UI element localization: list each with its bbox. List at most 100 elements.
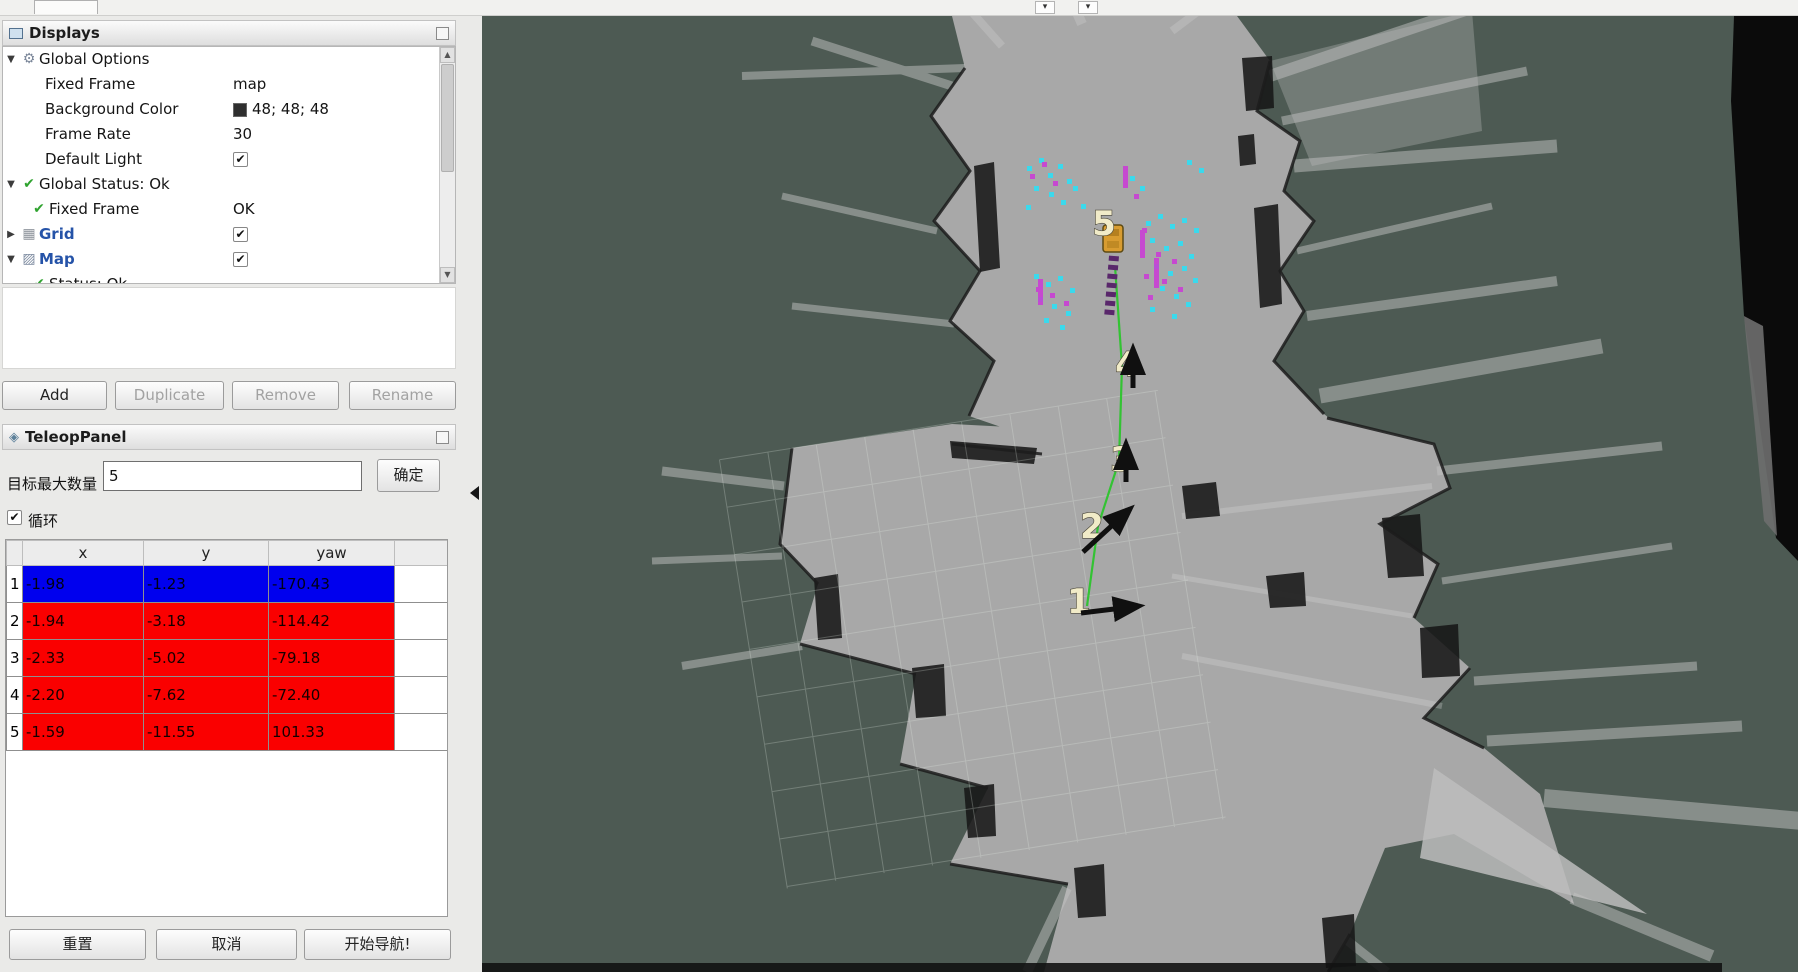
cell-yaw[interactable]: 101.33 <box>269 714 395 751</box>
displays-panel-titlebar[interactable]: Displays <box>2 20 456 46</box>
header-x[interactable]: x <box>23 541 144 566</box>
expander-icon[interactable]: ▼ <box>3 247 19 272</box>
goal-table: x y yaw 1 -1.98 -1.23 -170.43 2 -1.94 -3… <box>5 539 448 917</box>
status-ok-icon: ✔ <box>29 272 49 284</box>
waypoint-label-3: 3 <box>1110 440 1134 480</box>
goal-table-header: x y yaw <box>7 541 448 566</box>
tree-label: Global Options <box>39 50 150 68</box>
cell-y[interactable]: -5.02 <box>144 640 269 677</box>
cell-x[interactable]: -1.94 <box>23 603 144 640</box>
map-enabled-checkbox[interactable]: ✔ <box>233 252 248 267</box>
splitter-collapse-icon[interactable] <box>470 486 479 500</box>
cell-yaw[interactable]: -170.43 <box>269 566 395 603</box>
toolbar-dropdown[interactable]: ▾ <box>1035 1 1055 14</box>
toolbar-dropdown[interactable]: ▾ <box>1078 1 1098 14</box>
default-light-checkbox[interactable]: ✔ <box>233 152 248 167</box>
table-row[interactable]: 4 -2.20 -7.62 -72.40 <box>7 677 448 714</box>
cell-y[interactable]: -1.23 <box>144 566 269 603</box>
background-color-value[interactable]: 48; 48; 48 <box>252 97 329 122</box>
loop-checkbox[interactable]: ✔ <box>7 510 22 525</box>
expander-icon[interactable]: ▶ <box>3 222 19 247</box>
tree-scrollbar[interactable]: ▲ ▼ <box>439 47 455 283</box>
table-row[interactable]: 2 -1.94 -3.18 -114.42 <box>7 603 448 640</box>
row-index: 3 <box>7 640 23 677</box>
tree-label: Frame Rate <box>45 125 131 143</box>
tree-row-map[interactable]: ▼▨Map ✔ <box>3 247 455 272</box>
fixed-frame-value[interactable]: map <box>233 72 266 97</box>
start-navigation-button[interactable]: 开始导航! <box>304 929 451 960</box>
expander-icon[interactable]: ▼ <box>3 172 19 197</box>
scroll-down-icon[interactable]: ▼ <box>440 267 455 283</box>
goal-count-input[interactable] <box>103 461 362 491</box>
tree-label: Status: Ok <box>49 275 127 284</box>
loop-label: 循环 <box>28 510 58 531</box>
tree-row-global-status[interactable]: ▼✔Global Status: Ok <box>3 172 455 197</box>
cell-y[interactable]: -3.18 <box>144 603 269 640</box>
display-panel-icon <box>9 28 23 39</box>
duplicate-button[interactable]: Duplicate <box>115 381 224 410</box>
header-yaw[interactable]: yaw <box>269 541 395 566</box>
float-button[interactable] <box>436 27 449 40</box>
map-display-icon: ▨ <box>19 247 39 272</box>
cell-x[interactable]: -1.59 <box>23 714 144 751</box>
map-3d-view: 1 2 3 4 5 <box>482 16 1798 972</box>
tree-row-default-light[interactable]: Default Light ✔ <box>3 147 455 172</box>
chevron-down-icon: ▾ <box>1086 2 1091 12</box>
tree-row-fixed-frame-status[interactable]: ✔Fixed Frame OK <box>3 197 455 222</box>
remove-button[interactable]: Remove <box>232 381 339 410</box>
displays-tree: ▼⚙Global Options Fixed Frame map Backgro… <box>2 46 456 284</box>
teleop-panel-titlebar[interactable]: ◈ TeleopPanel <box>2 424 456 450</box>
scrollbar-thumb[interactable] <box>441 64 454 172</box>
tree-row-fixed-frame[interactable]: Fixed Frame map <box>3 72 455 97</box>
tree-row-grid[interactable]: ▶▦Grid ✔ <box>3 222 455 247</box>
status-ok-icon: ✔ <box>19 172 39 197</box>
table-row[interactable]: 5 -1.59 -11.55 101.33 <box>7 714 448 751</box>
header-filler <box>395 541 448 566</box>
row-index: 2 <box>7 603 23 640</box>
header-index <box>7 541 23 566</box>
gear-icon: ⚙ <box>19 47 39 72</box>
color-swatch[interactable] <box>233 103 247 117</box>
teleop-panel-title: TeleopPanel <box>25 428 430 446</box>
table-row[interactable]: 1 -1.98 -1.23 -170.43 <box>7 566 448 603</box>
teleop-panel-icon: ◈ <box>9 430 19 445</box>
tree-label: Fixed Frame <box>45 75 135 93</box>
expander-icon[interactable]: ▼ <box>3 47 19 72</box>
tree-row-background-color[interactable]: Background Color 48; 48; 48 <box>3 97 455 122</box>
status-ok-icon: ✔ <box>29 197 49 222</box>
toolbar-tab[interactable] <box>34 0 98 14</box>
frame-rate-value[interactable]: 30 <box>233 122 252 147</box>
cell-y[interactable]: -7.62 <box>144 677 269 714</box>
cell-x[interactable]: -1.98 <box>23 566 144 603</box>
displays-panel-title: Displays <box>29 24 430 42</box>
cell-y[interactable]: -11.55 <box>144 714 269 751</box>
confirm-button[interactable]: 确定 <box>377 459 440 492</box>
cell-x[interactable]: -2.20 <box>23 677 144 714</box>
rename-button[interactable]: Rename <box>349 381 456 410</box>
top-toolbar: ▾ ▾ <box>0 0 1798 16</box>
reset-button[interactable]: 重置 <box>9 929 146 960</box>
header-y[interactable]: y <box>144 541 269 566</box>
side-panel: Displays ▼⚙Global Options Fixed Frame ma… <box>0 16 482 972</box>
cell-yaw[interactable]: -114.42 <box>269 603 395 640</box>
tree-row-map-status[interactable]: ✔Status: Ok <box>3 272 455 284</box>
cell-yaw[interactable]: -72.40 <box>269 677 395 714</box>
tree-row-frame-rate[interactable]: Frame Rate 30 <box>3 122 455 147</box>
waypoint-label-1: 1 <box>1067 582 1091 622</box>
add-button[interactable]: Add <box>2 381 107 410</box>
cell-yaw[interactable]: -79.18 <box>269 640 395 677</box>
chevron-down-icon: ▾ <box>1043 2 1048 12</box>
map-viewport[interactable]: 1 2 3 4 5 <box>482 16 1798 972</box>
cancel-button[interactable]: 取消 <box>156 929 297 960</box>
tree-row-global-options[interactable]: ▼⚙Global Options <box>3 47 455 72</box>
cell-x[interactable]: -2.33 <box>23 640 144 677</box>
tree-label: Fixed Frame <box>49 200 139 218</box>
tree-label: Grid <box>39 225 75 243</box>
row-index: 5 <box>7 714 23 751</box>
goal-count-label: 目标最大数量 <box>7 473 97 494</box>
scroll-up-icon[interactable]: ▲ <box>440 47 455 63</box>
grid-enabled-checkbox[interactable]: ✔ <box>233 227 248 242</box>
table-row[interactable]: 3 -2.33 -5.02 -79.18 <box>7 640 448 677</box>
float-button[interactable] <box>436 431 449 444</box>
tree-label: Default Light <box>45 150 142 168</box>
